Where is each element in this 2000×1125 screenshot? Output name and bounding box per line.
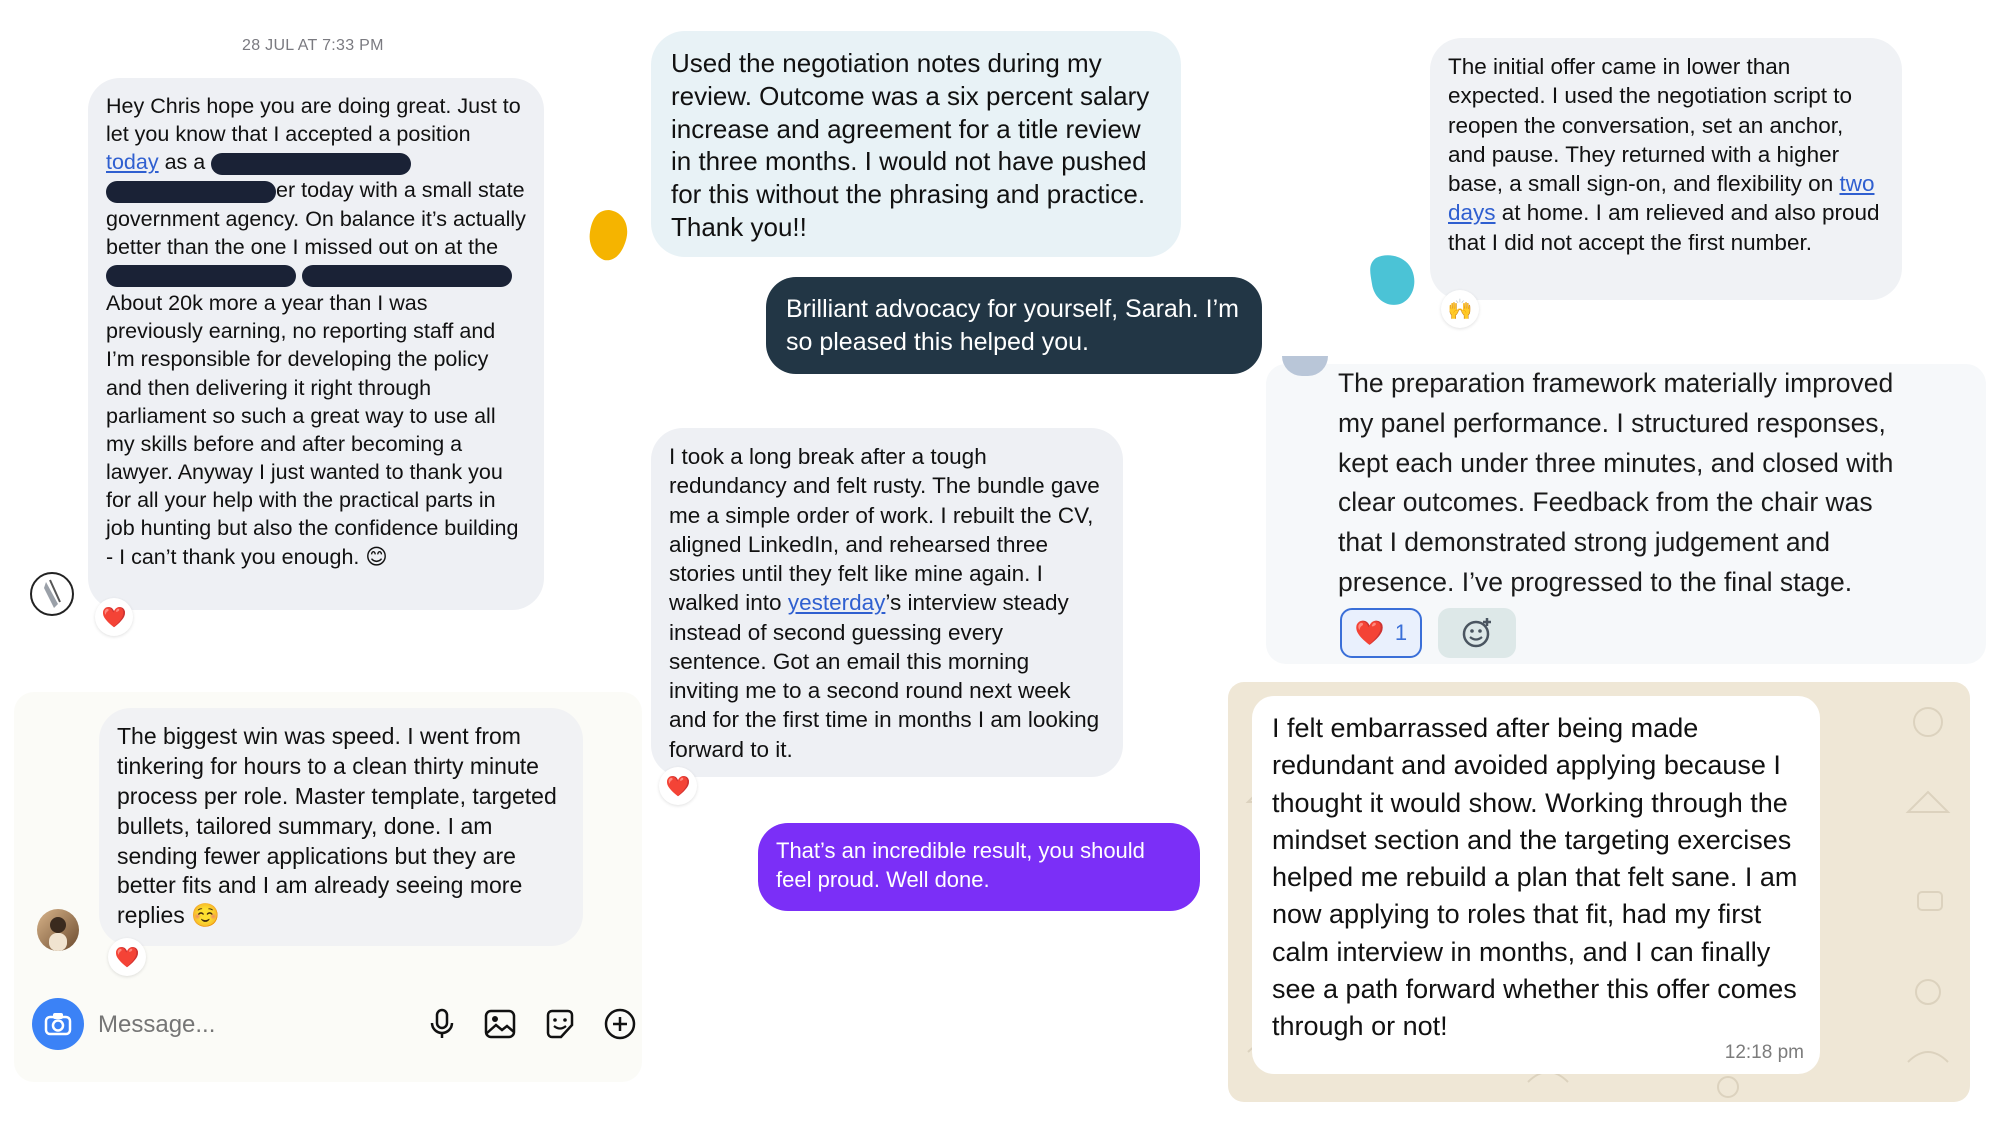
microphone-icon <box>430 1008 454 1038</box>
avatar-icon <box>1370 255 1415 305</box>
chat3-incoming-bubble[interactable]: Used the negotiation notes during my rev… <box>651 31 1181 257</box>
heart-icon: ❤️ <box>1354 619 1385 647</box>
heart-reaction-chip[interactable]: ❤️ 1 <box>1340 608 1422 658</box>
redaction-mark <box>211 152 412 175</box>
image-icon <box>484 1009 516 1039</box>
smile-emoji: 😊 <box>365 544 388 570</box>
chat5-avatar[interactable] <box>1366 250 1420 308</box>
chat2-message-bubble[interactable]: The biggest win was speed. I went from t… <box>99 708 583 946</box>
chat7-message-text: I felt embarrassed after being made redu… <box>1272 713 1798 1041</box>
relieved-emoji: ☺️ <box>191 903 220 930</box>
add-button[interactable] <box>600 1004 640 1044</box>
chat2-avatar[interactable] <box>37 909 79 951</box>
add-reaction-icon <box>1462 618 1491 648</box>
redaction-mark <box>106 180 276 203</box>
chat1-timestamp: 28 JUL AT 7:33 PM <box>242 37 384 54</box>
chat4-message-bubble[interactable]: I took a long break after a tough redund… <box>651 428 1123 777</box>
redaction-mark <box>106 265 296 288</box>
chat4-date-link[interactable]: yesterday <box>788 590 886 615</box>
chat3-avatar[interactable] <box>586 208 632 264</box>
camera-icon <box>44 1013 72 1036</box>
chat1-text-part1: Hey Chris hope you are doing great. Just… <box>106 94 521 147</box>
chat5-reaction[interactable]: 🙌 <box>1441 290 1479 328</box>
avatar-icon <box>49 917 67 951</box>
chat6-message[interactable]: The preparation framework materially imp… <box>1338 364 1918 600</box>
sticker-button[interactable] <box>540 1004 580 1044</box>
microphone-button[interactable] <box>422 1004 462 1044</box>
chat5-message-bubble[interactable]: The initial offer came in lower than exp… <box>1430 38 1902 300</box>
chat7-message-bubble[interactable]: I felt embarrassed after being made redu… <box>1252 696 1820 1074</box>
chat1-heart-reaction[interactable]: ❤️ <box>95 598 133 636</box>
chat7-time: 12:18 pm <box>1724 1041 1804 1063</box>
plus-circle-icon <box>604 1008 636 1040</box>
message-composer <box>24 994 644 1056</box>
gallery-button[interactable] <box>480 1004 520 1044</box>
sticker-icon <box>546 1009 574 1039</box>
chat4-heart-reaction[interactable]: ❤️ <box>659 767 697 805</box>
chat2-message-text: The biggest win was speed. I went from t… <box>117 723 557 929</box>
camera-button[interactable] <box>32 998 84 1050</box>
chat5-text-part1: The initial offer came in lower than exp… <box>1448 54 1853 196</box>
chat1-text-part4: About 20k more a year than I was previou… <box>106 291 519 569</box>
chat4-text-part2: ’s interview steady instead of second gu… <box>669 590 1100 762</box>
reaction-count: 1 <box>1394 620 1408 645</box>
chat1-date-link[interactable]: today <box>106 150 159 174</box>
chat1-text-part2: as a <box>158 150 212 175</box>
chat1-message-bubble[interactable]: Hey Chris hope you are doing great. Just… <box>88 78 544 610</box>
chat3-outgoing-bubble[interactable]: Brilliant advocacy for yourself, Sarah. … <box>766 277 1262 374</box>
chat5-text-part2: at home. I am relieved and also proud th… <box>1448 200 1880 255</box>
add-reaction-button[interactable] <box>1438 608 1516 658</box>
avatar-icon <box>589 210 628 261</box>
message-input[interactable] <box>96 1004 400 1046</box>
avatar-icon <box>44 579 61 608</box>
chat4-reply-bubble[interactable]: That’s an incredible result, you should … <box>758 823 1200 911</box>
chat2-heart-reaction[interactable]: ❤️ <box>108 938 146 976</box>
chat1-avatar[interactable] <box>30 572 74 616</box>
redaction-mark <box>301 265 512 288</box>
